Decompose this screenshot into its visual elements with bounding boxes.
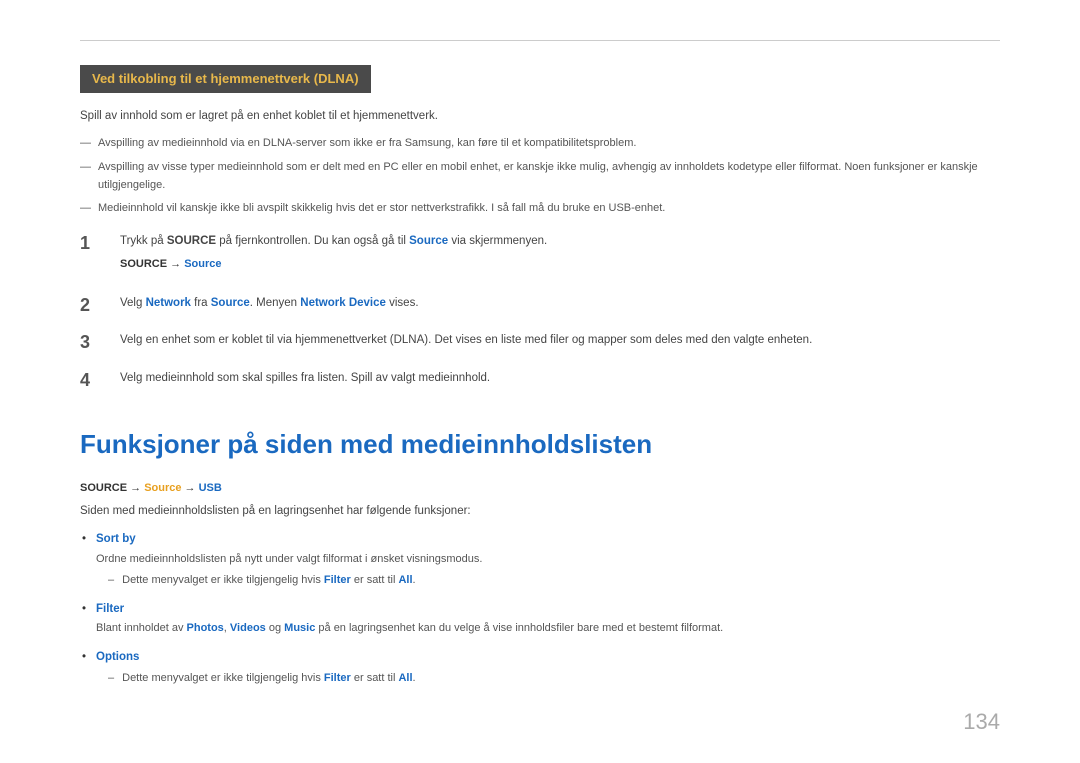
source-bold-2: Source bbox=[211, 297, 250, 309]
step-4: 4 Velg medieinnhold som skal spilles fra… bbox=[80, 369, 1000, 392]
all-bold: All bbox=[398, 574, 412, 586]
network-bold: Network bbox=[146, 297, 191, 309]
step-1-text: Trykk på SOURCE på fjernkontrollen. Du k… bbox=[120, 235, 547, 247]
feature-intro: Siden med medieinnholdslisten på en lagr… bbox=[80, 502, 1000, 520]
bullet-1: Avspilling av medieinnhold via en DLNA-s… bbox=[80, 135, 1000, 153]
source-label-1: SOURCE bbox=[120, 258, 167, 270]
step-3-text: Velg en enhet som er koblet til via hjem… bbox=[120, 334, 812, 346]
source-bold: SOURCE bbox=[167, 235, 216, 247]
filter-name: Filter bbox=[96, 603, 124, 615]
source-arrow-1: Source bbox=[184, 258, 221, 270]
features-section: Funksjoner på siden med medieinnholdslis… bbox=[80, 428, 1000, 688]
step-2-content: Velg Network fra Source. Menyen Network … bbox=[120, 294, 1000, 312]
options-sub-text: Dette menyvalget er ikke tilgjengelig hv… bbox=[122, 670, 415, 688]
step-4-text: Velg medieinnhold som skal spilles fra l… bbox=[120, 372, 490, 384]
source-usb: USB bbox=[199, 482, 222, 494]
sort-by-sub-text: Dette menyvalget er ikke tilgjengelig hv… bbox=[122, 572, 415, 590]
dlna-section: Ved tilkobling til et hjemmenettverk (DL… bbox=[80, 65, 1000, 392]
feature-options: Options Dette menyvalget er ikke tilgjen… bbox=[80, 648, 1000, 688]
top-rule bbox=[80, 40, 1000, 41]
filter-bold: Filter bbox=[324, 574, 351, 586]
source-box-1: SOURCE → Source bbox=[120, 256, 1000, 274]
feature-sort-by: Sort by Ordne medieinnholdslisten på nyt… bbox=[80, 530, 1000, 590]
main-heading: Funksjoner på siden med medieinnholdslis… bbox=[80, 428, 1000, 462]
step-1-content: Trykk på SOURCE på fjernkontrollen. Du k… bbox=[120, 232, 1000, 280]
filter-bold-2: Filter bbox=[324, 672, 351, 684]
step-4-content: Velg medieinnhold som skal spilles fra l… bbox=[120, 369, 1000, 387]
dlna-intro: Spill av innhold som er lagret på en enh… bbox=[80, 107, 1000, 125]
source-orange: Source bbox=[144, 482, 181, 494]
step-2-text: Velg Network fra Source. Menyen Network … bbox=[120, 297, 419, 309]
options-name: Options bbox=[96, 651, 139, 663]
videos-bold: Videos bbox=[230, 622, 266, 634]
feature-filter: Filter Blant innholdet av Photos, Videos… bbox=[80, 600, 1000, 638]
page-number: 134 bbox=[963, 709, 1000, 735]
step-3-number: 3 bbox=[80, 331, 110, 354]
filter-desc: Blant innholdet av Photos, Videos og Mus… bbox=[96, 620, 1000, 638]
step-1: 1 Trykk på SOURCE på fjernkontrollen. Du… bbox=[80, 232, 1000, 280]
feature-list: Sort by Ordne medieinnholdslisten på nyt… bbox=[80, 530, 1000, 688]
bullet-2: Avspilling av visse typer medieinnhold s… bbox=[80, 159, 1000, 194]
sort-by-desc: Ordne medieinnholdslisten på nytt under … bbox=[96, 551, 1000, 569]
network-device-bold: Network Device bbox=[300, 297, 386, 309]
section-title: Ved tilkobling til et hjemmenettverk (DL… bbox=[92, 71, 359, 86]
page-container: Ved tilkobling til et hjemmenettverk (DL… bbox=[0, 0, 1080, 763]
all-bold-2: All bbox=[398, 672, 412, 684]
bullet-3: Medieinnhold vil kanskje ikke bli avspil… bbox=[80, 200, 1000, 218]
sort-by-sub: Dette menyvalget er ikke tilgjengelig hv… bbox=[96, 572, 1000, 590]
sort-by-name: Sort by bbox=[96, 533, 136, 545]
source-line-2: SOURCE → Source → USB bbox=[80, 482, 1000, 494]
photos-bold: Photos bbox=[187, 622, 224, 634]
music-bold: Music bbox=[284, 622, 315, 634]
options-sub: Dette menyvalget er ikke tilgjengelig hv… bbox=[96, 670, 1000, 688]
source-label-2: SOURCE bbox=[80, 482, 127, 494]
step-3: 3 Velg en enhet som er koblet til via hj… bbox=[80, 331, 1000, 354]
step-2: 2 Velg Network fra Source. Menyen Networ… bbox=[80, 294, 1000, 317]
section-title-box: Ved tilkobling til et hjemmenettverk (DL… bbox=[80, 65, 371, 93]
numbered-steps: 1 Trykk på SOURCE på fjernkontrollen. Du… bbox=[80, 232, 1000, 392]
step-4-number: 4 bbox=[80, 369, 110, 392]
step-2-number: 2 bbox=[80, 294, 110, 317]
step-3-content: Velg en enhet som er koblet til via hjem… bbox=[120, 331, 1000, 349]
source-blue: Source bbox=[409, 235, 448, 247]
step-1-number: 1 bbox=[80, 232, 110, 255]
